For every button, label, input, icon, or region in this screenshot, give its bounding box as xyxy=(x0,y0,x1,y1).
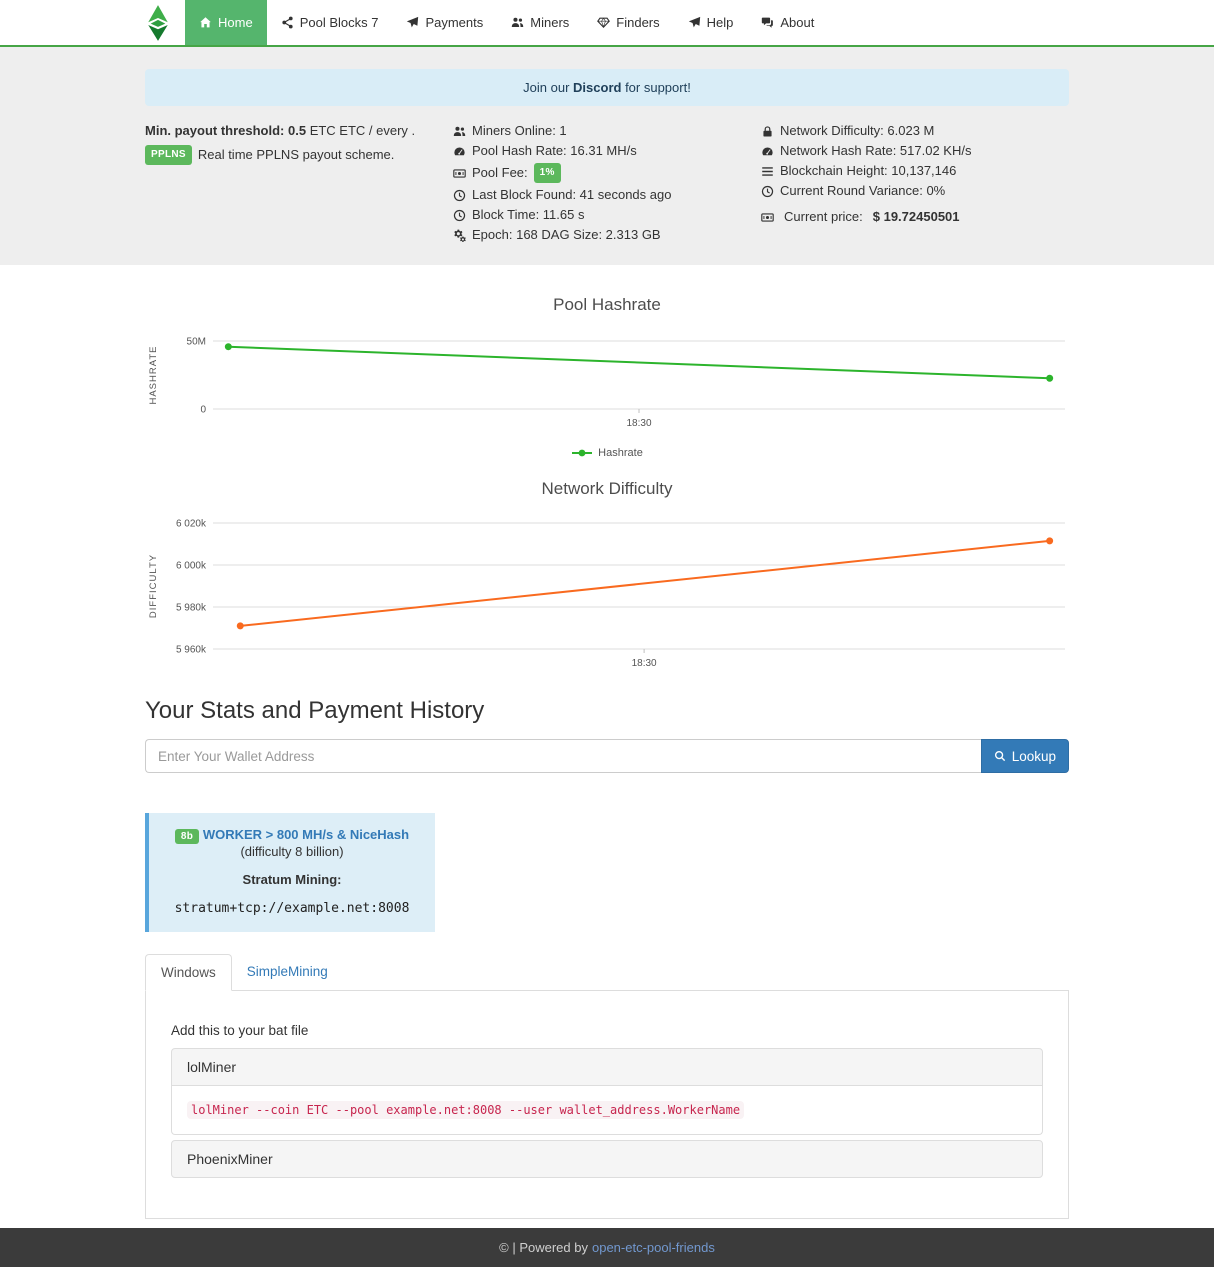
paper-plane-icon xyxy=(688,16,701,29)
pplns-badge: PPLNS xyxy=(145,145,192,165)
overview-band: Join our Discord for support! Min. payou… xyxy=(0,47,1214,265)
users-icon xyxy=(453,125,466,138)
nav-item-finders[interactable]: Finders xyxy=(583,0,673,45)
clock-icon xyxy=(453,209,466,222)
svg-text:DIFFICULTY: DIFFICULTY xyxy=(148,554,159,618)
svg-text:5 980k: 5 980k xyxy=(176,603,207,614)
svg-text:18:30: 18:30 xyxy=(632,658,657,669)
stat-block-time: Block Time: 11.65 s xyxy=(453,207,761,223)
tab-simplemining[interactable]: SimpleMining xyxy=(232,954,343,990)
stat-miners-online: Miners Online: 1 xyxy=(453,123,761,139)
lookup-button[interactable]: Lookup xyxy=(981,739,1069,773)
brand-logo[interactable] xyxy=(145,0,185,45)
wallet-lookup-group: Lookup xyxy=(145,739,1069,773)
network-difficulty-chart-title: Network Difficulty xyxy=(145,479,1069,499)
svg-text:0: 0 xyxy=(200,405,206,416)
footer-text: © | Powered by xyxy=(499,1240,588,1255)
banner-text-post: for support! xyxy=(621,80,690,95)
money-icon xyxy=(453,167,466,180)
stat-current-price: Current price: $ 19.72450501 xyxy=(761,209,1069,225)
money-icon xyxy=(761,211,774,224)
payout-threshold: Min. payout threshold: 0.5 ETC ETC / eve… xyxy=(145,123,453,138)
svg-text:5 960k: 5 960k xyxy=(176,645,207,656)
accordion-phoenixminer[interactable]: PhoenixMiner xyxy=(171,1140,1043,1178)
clock-icon xyxy=(761,185,774,198)
nav-label: About xyxy=(780,15,814,30)
nav-label: Pool Blocks 7 xyxy=(300,15,379,30)
legend-label: Hashrate xyxy=(598,447,643,459)
svg-text:6 000k: 6 000k xyxy=(176,561,207,572)
current-price-value: $ 19.72450501 xyxy=(873,209,960,225)
svg-text:50M: 50M xyxy=(187,337,206,348)
stat-network-hash-rate: Network Hash Rate: 517.02 KH/s xyxy=(761,143,1069,159)
svg-text:6 020k: 6 020k xyxy=(176,519,207,530)
stratum-url: stratum+tcp://example.net:8008 xyxy=(157,901,427,916)
discord-link[interactable]: Discord xyxy=(573,80,621,95)
nav-item-pool-blocks[interactable]: Pool Blocks 7 xyxy=(267,0,393,45)
pool-stats-column: Miners Online: 1 Pool Hash Rate: 16.31 M… xyxy=(453,123,761,247)
stat-network-difficulty: Network Difficulty: 6.023 M xyxy=(761,123,1069,139)
nav-item-about[interactable]: About xyxy=(747,0,828,45)
difficulty-badge: 8b xyxy=(175,829,199,844)
users-icon xyxy=(511,16,524,29)
stat-pool-hash-rate: Pool Hash Rate: 16.31 MH/s xyxy=(453,143,761,159)
stat-round-variance: Current Round Variance: 0% xyxy=(761,183,1069,199)
nav-item-home[interactable]: Home xyxy=(185,0,267,45)
clock-icon xyxy=(453,189,466,202)
cogs-icon xyxy=(453,229,466,242)
network-difficulty-chart: 6 020k 6 000k 5 980k 5 960k 18:30 DIFFICULTY xyxy=(145,507,1069,673)
worker-title: WORKER > 800 MH/s & NiceHash xyxy=(203,827,409,842)
pool-fee-badge: 1% xyxy=(534,163,561,183)
nav-item-payments[interactable]: Payments xyxy=(392,0,497,45)
gem-icon xyxy=(597,16,610,29)
worker-subtitle: (difficulty 8 billion) xyxy=(157,844,427,859)
legend-marker-icon xyxy=(571,448,593,458)
banner-text-pre: Join our xyxy=(523,80,573,95)
bars-icon xyxy=(761,165,774,178)
tachometer-icon xyxy=(453,145,466,158)
nav-label: Miners xyxy=(530,15,569,30)
wallet-address-input[interactable] xyxy=(145,739,981,773)
miner-os-tabs: Windows SimpleMining xyxy=(145,954,1069,990)
stat-pool-fee: Pool Fee: 1% xyxy=(453,163,761,183)
pplns-scheme: PPLNS Real time PPLNS payout scheme. xyxy=(145,145,453,165)
nav-label: Help xyxy=(707,15,734,30)
search-icon xyxy=(994,750,1006,762)
stratum-label: Stratum Mining: xyxy=(157,872,427,887)
nav-label: Payments xyxy=(425,15,483,30)
accordion-lolminer[interactable]: lolMiner xyxy=(171,1048,1043,1086)
lolminer-command: lolMiner --coin ETC --pool example.net:8… xyxy=(187,1101,744,1119)
discord-banner: Join our Discord for support! xyxy=(145,69,1069,106)
hashrate-legend: Hashrate xyxy=(145,447,1069,459)
stat-epoch-dag: Epoch: 168 DAG Size: 2.313 GB xyxy=(453,227,761,243)
share-nodes-icon xyxy=(281,16,294,29)
footer: © | Powered by open-etc-pool-friends xyxy=(0,1228,1214,1267)
navbar: Home Pool Blocks 7 Payments Miners Finde… xyxy=(0,0,1214,47)
stats-heading: Your Stats and Payment History xyxy=(145,697,1069,725)
svg-text:HASHRATE: HASHRATE xyxy=(148,345,159,404)
stat-blockchain-height: Blockchain Height: 10,137,146 xyxy=(761,163,1069,179)
footer-link[interactable]: open-etc-pool-friends xyxy=(592,1240,715,1255)
svg-text:18:30: 18:30 xyxy=(626,418,651,429)
worker-info-box: 8b WORKER > 800 MH/s & NiceHash (difficu… xyxy=(145,813,435,932)
network-stats-column: Network Difficulty: 6.023 M Network Hash… xyxy=(761,123,1069,247)
payout-column: Min. payout threshold: 0.5 ETC ETC / eve… xyxy=(145,123,453,247)
home-icon xyxy=(199,16,212,29)
windows-tab-panel: Add this to your bat file lolMiner lolMi… xyxy=(145,990,1069,1219)
pool-hashrate-chart-title: Pool Hashrate xyxy=(145,295,1069,315)
comments-icon xyxy=(761,16,774,29)
nav-label: Home xyxy=(218,15,253,30)
nav-item-miners[interactable]: Miners xyxy=(497,0,583,45)
lock-icon xyxy=(761,125,774,138)
nav-label: Finders xyxy=(616,15,659,30)
bat-file-instruction: Add this to your bat file xyxy=(171,1023,1043,1038)
stat-last-block-found: Last Block Found: 41 seconds ago xyxy=(453,187,761,203)
lolminer-config-body: lolMiner --coin ETC --pool example.net:8… xyxy=(171,1086,1043,1135)
tab-windows[interactable]: Windows xyxy=(145,954,232,991)
etc-logo-icon xyxy=(145,5,171,41)
pool-hashrate-chart: 50M 0 18:30 HASHRATE xyxy=(145,323,1069,435)
tachometer-icon xyxy=(761,145,774,158)
paper-plane-icon xyxy=(406,16,419,29)
nav-item-help[interactable]: Help xyxy=(674,0,748,45)
